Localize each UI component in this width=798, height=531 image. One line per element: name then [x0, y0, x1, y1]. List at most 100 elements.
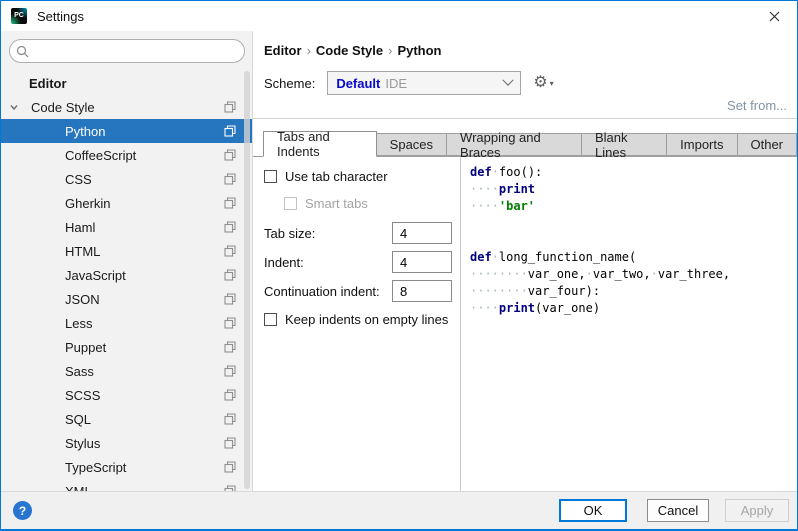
window-title: Settings	[37, 9, 84, 24]
copy-settings-icon	[224, 413, 236, 425]
gear-icon: ⚙︎	[533, 75, 547, 91]
checkbox-icon	[284, 197, 297, 210]
sidebar-scrollbar[interactable]	[244, 71, 250, 489]
dialog-footer: ? OK Cancel Apply	[1, 491, 797, 529]
settings-tree: Editor Code Style Python CoffeeScript CSS Ghe…	[1, 71, 252, 491]
sidebar-item-json[interactable]: JSON	[1, 287, 252, 311]
indent-input[interactable]	[392, 251, 452, 273]
continuation-indent-input[interactable]	[392, 280, 452, 302]
sidebar-item-label: Less	[65, 316, 92, 331]
continuation-indent-row: Continuation indent:	[264, 279, 452, 303]
tab-size-input[interactable]	[392, 222, 452, 244]
set-from-link[interactable]: Set from...	[727, 98, 787, 113]
scheme-select[interactable]: Default IDE	[327, 71, 521, 95]
code-line: ····'bar'	[470, 198, 797, 215]
sidebar-item-sql[interactable]: SQL	[1, 407, 252, 431]
sidebar-item-code-style[interactable]: Code Style	[1, 95, 252, 119]
sidebar-item-typescript[interactable]: TypeScript	[1, 455, 252, 479]
scheme-selected-value: Default	[336, 76, 380, 91]
code-preview-pane[interactable]: def·foo():····print····'bar' def·long_fu…	[461, 157, 797, 491]
indent-options-form: Use tab character Smart tabs Tab size: I…	[253, 157, 461, 491]
copy-settings-icon	[224, 389, 236, 401]
use-tab-character-label: Use tab character	[285, 169, 388, 184]
sidebar-item-label: TypeScript	[65, 460, 126, 475]
scheme-actions-button[interactable]: ⚙︎ ▾	[533, 75, 553, 91]
ok-button[interactable]: OK	[559, 499, 627, 522]
continuation-indent-label: Continuation indent:	[264, 284, 380, 299]
code-line: ····print(var_one)	[470, 300, 797, 317]
tab-size-row: Tab size:	[264, 221, 452, 245]
sidebar-item-javascript[interactable]: JavaScript	[1, 263, 252, 287]
checkbox-icon	[264, 313, 277, 326]
search-box[interactable]	[9, 39, 245, 63]
copy-settings-icon	[224, 317, 236, 329]
sidebar-item-label: Stylus	[65, 436, 100, 451]
breadcrumb-separator: ›	[302, 43, 316, 58]
sidebar-item-haml[interactable]: Haml	[1, 215, 252, 239]
breadcrumb-part: Editor	[264, 43, 302, 58]
sidebar-item-label: CSS	[65, 172, 92, 187]
copy-settings-icon	[224, 341, 236, 353]
sidebar-item-label: SCSS	[65, 388, 100, 403]
smart-tabs-checkbox[interactable]: Smart tabs	[284, 196, 452, 211]
copy-settings-icon	[224, 365, 236, 377]
sidebar-item-label: Gherkin	[65, 196, 111, 211]
settings-dialog: PC Settings EditorCode StylePythonCoffee…	[0, 0, 798, 531]
sidebar-item-coffeescript[interactable]: CoffeeScript	[1, 143, 252, 167]
indent-row: Indent:	[264, 250, 452, 274]
apply-button[interactable]: Apply	[725, 499, 789, 522]
sidebar-item-label: Code Style	[31, 100, 95, 115]
sidebar-item-label: Puppet	[65, 340, 106, 355]
copy-settings-icon	[224, 149, 236, 161]
copy-settings-icon	[224, 461, 236, 473]
scheme-label: Scheme:	[264, 76, 315, 91]
indent-label: Indent:	[264, 255, 304, 270]
close-icon	[769, 11, 780, 22]
sidebar-item-label: JavaScript	[65, 268, 126, 283]
sidebar-item-css[interactable]: CSS	[1, 167, 252, 191]
cancel-button[interactable]: Cancel	[647, 499, 709, 522]
tab-spaces[interactable]: Spaces	[377, 133, 447, 156]
tab-imports[interactable]: Imports	[667, 133, 737, 156]
sidebar-item-stylus[interactable]: Stylus	[1, 431, 252, 455]
help-button[interactable]: ?	[13, 501, 32, 520]
copy-settings-icon	[224, 173, 236, 185]
copy-settings-icon	[224, 269, 236, 281]
sidebar-item-less[interactable]: Less	[1, 311, 252, 335]
sidebar-item-label: JSON	[65, 292, 100, 307]
sidebar-item-xml[interactable]: XML	[1, 479, 252, 491]
tab-blank-lines[interactable]: Blank Lines	[582, 133, 667, 156]
code-style-tabs: Tabs and IndentsSpacesWrapping and Brace…	[253, 131, 797, 156]
sidebar-item-gherkin[interactable]: Gherkin	[1, 191, 252, 215]
sidebar-item-python[interactable]: Python	[1, 119, 252, 143]
chevron-down-icon[interactable]	[9, 102, 27, 112]
breadcrumb-separator: ›	[383, 43, 397, 58]
copy-settings-icon	[224, 437, 236, 449]
tab-wrapping-and-braces[interactable]: Wrapping and Braces	[447, 133, 582, 156]
code-line: def·foo():	[470, 164, 797, 181]
sidebar-item-label: Sass	[65, 364, 94, 379]
sidebar-item-label: XML	[65, 484, 92, 492]
sidebar-item-puppet[interactable]: Puppet	[1, 335, 252, 359]
sidebar-item-sass[interactable]: Sass	[1, 359, 252, 383]
scheme-suffix: IDE	[385, 76, 407, 91]
keep-indents-label: Keep indents on empty lines	[285, 312, 448, 327]
use-tab-character-checkbox[interactable]: Use tab character	[264, 169, 452, 184]
sidebar-item-label: Python	[65, 124, 105, 139]
code-line: ····print	[470, 181, 797, 198]
sidebar-item-html[interactable]: HTML	[1, 239, 252, 263]
sidebar-item-scss[interactable]: SCSS	[1, 383, 252, 407]
search-icon	[16, 45, 29, 58]
search-input[interactable]	[29, 41, 244, 61]
scheme-row: Scheme: Default IDE ⚙︎ ▾	[264, 71, 797, 95]
sidebar-item-label: SQL	[65, 412, 91, 427]
close-button[interactable]	[752, 1, 797, 31]
tab-tabs-and-indents[interactable]: Tabs and Indents	[263, 131, 377, 157]
sidebar-item-label: HTML	[65, 244, 100, 259]
sidebar-item-label: Editor	[29, 76, 67, 91]
tab-other[interactable]: Other	[738, 133, 798, 156]
code-line	[470, 215, 797, 232]
keep-indents-checkbox[interactable]: Keep indents on empty lines	[264, 312, 452, 327]
copy-settings-icon	[224, 125, 236, 137]
copy-settings-icon	[224, 101, 236, 113]
